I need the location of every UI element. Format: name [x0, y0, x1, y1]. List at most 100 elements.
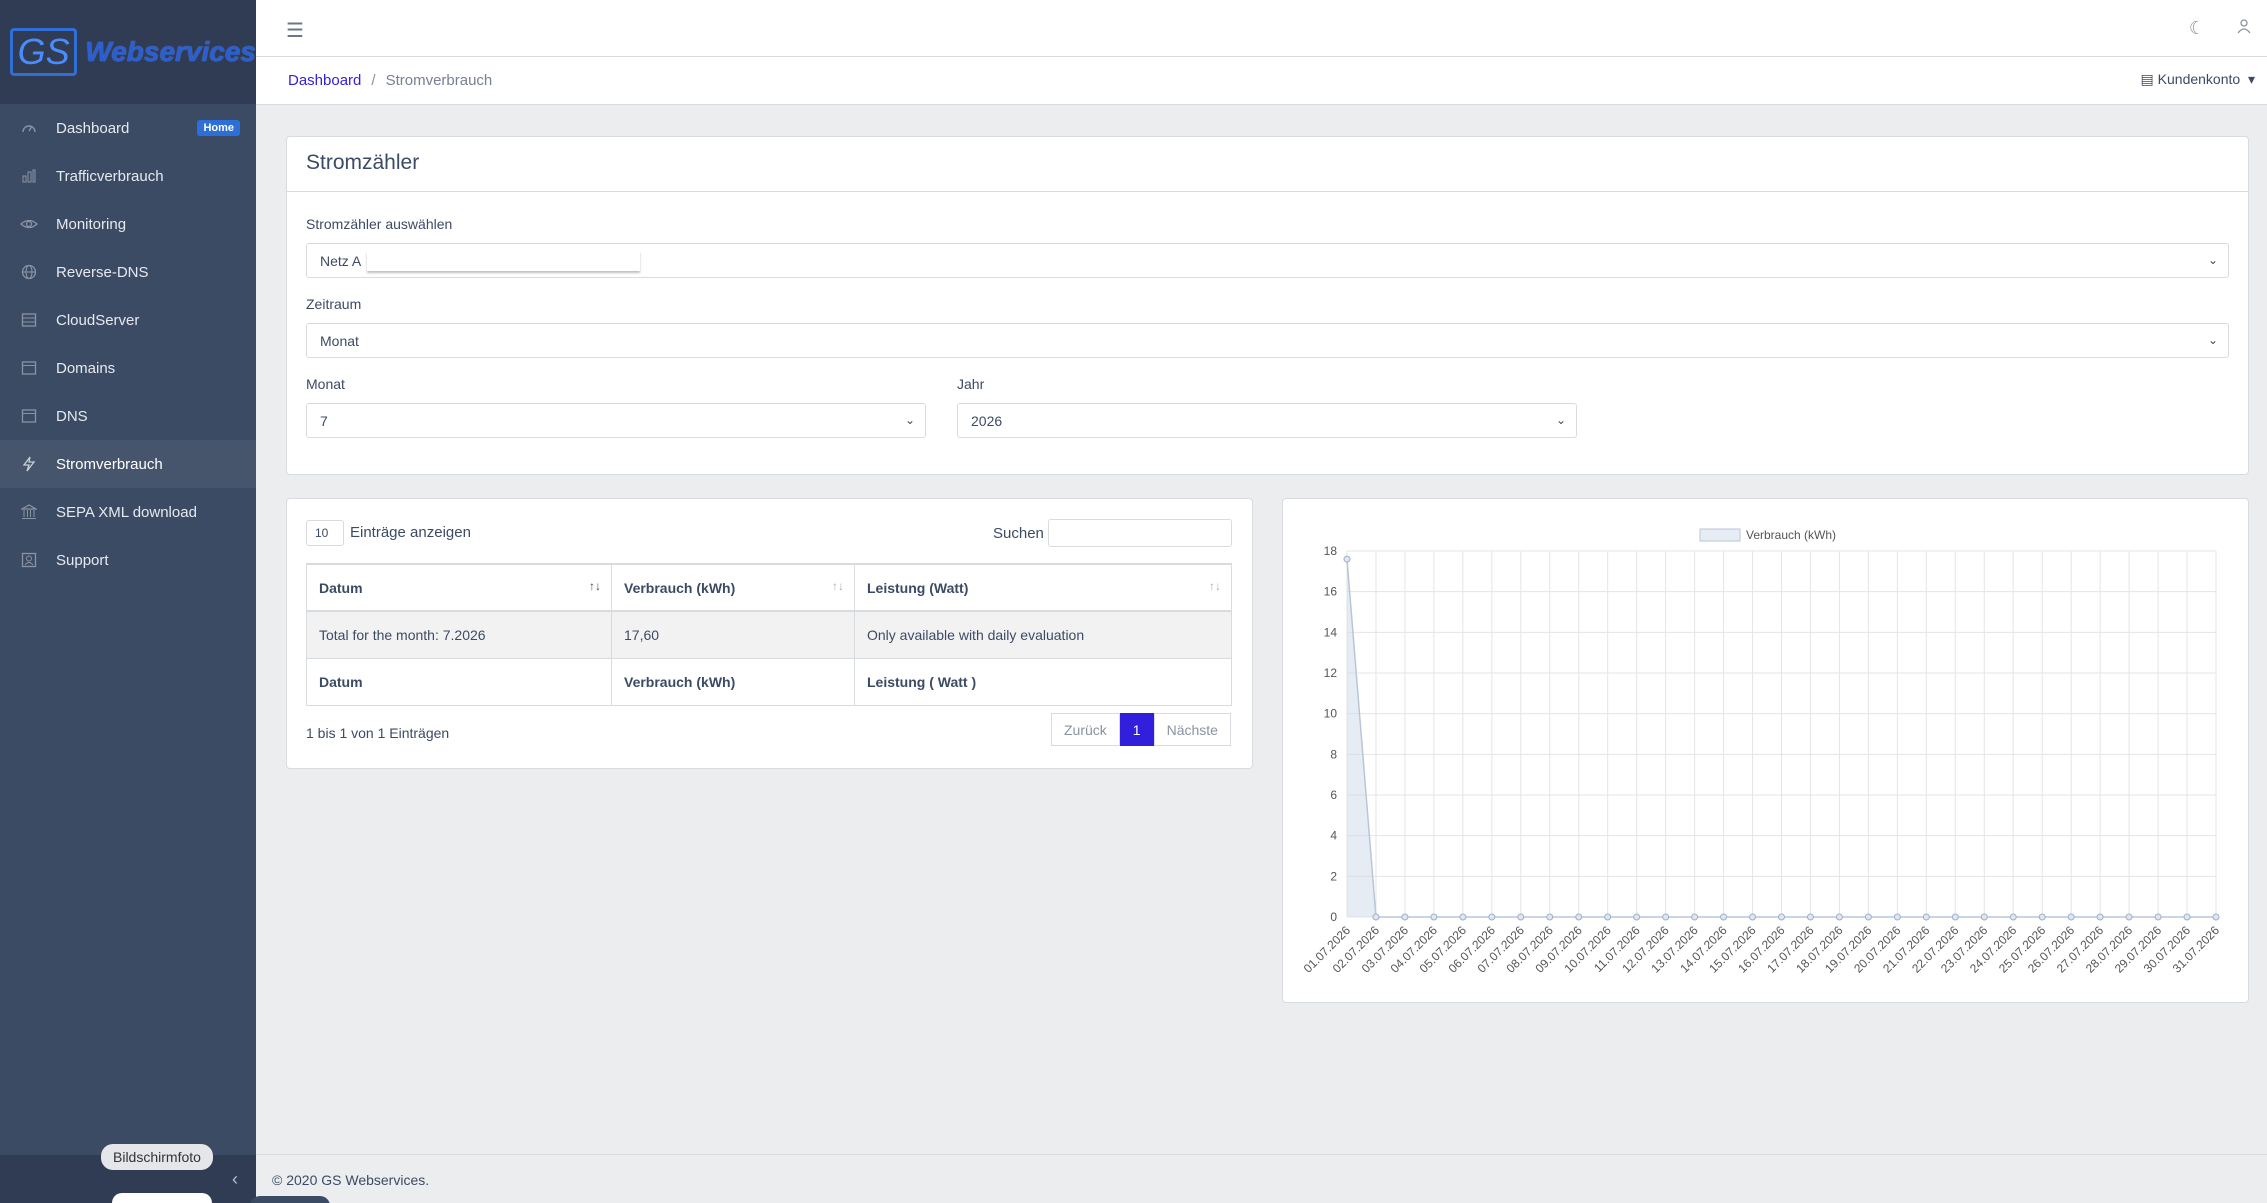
brand-logo: GS	[10, 28, 78, 76]
next-button[interactable]: Nächste	[1153, 713, 1231, 746]
sidebar-item-dashboard[interactable]: Dashboard Home	[0, 104, 256, 152]
chevron-down-icon: ⌄	[2207, 253, 2218, 267]
sidebar-item-cloudserver[interactable]: CloudServer	[0, 296, 256, 344]
period-select-value: Monat	[320, 332, 359, 349]
taskbar-pill	[250, 1196, 330, 1203]
column-header-datum[interactable]: Datum ↑↓	[306, 563, 612, 612]
sidebar-item-label: DNS	[56, 407, 88, 425]
data-point	[1806, 913, 1814, 921]
globe-icon	[20, 263, 38, 281]
footer-header: Verbrauch (kWh)	[611, 657, 855, 706]
data-point	[1893, 913, 1901, 921]
search-label: Suchen	[993, 525, 1044, 542]
sort-icon: ↑↓	[1209, 579, 1221, 593]
table-info: 1 bis 1 von 1 Einträgen	[306, 725, 450, 741]
column-header-leistung[interactable]: Leistung (Watt) ↑↓	[854, 563, 1232, 612]
data-point	[2212, 913, 2220, 921]
browser-icon	[20, 359, 38, 377]
data-point	[1546, 913, 1554, 921]
y-tick-label: 2	[1330, 869, 1337, 883]
year-label: Jahr	[957, 376, 985, 392]
y-tick-label: 14	[1324, 625, 1338, 639]
sidebar-item-domains[interactable]: Domains	[0, 344, 256, 392]
entries-length-select[interactable]: 10	[306, 520, 344, 546]
data-point	[1662, 913, 1670, 921]
data-point	[2096, 913, 2104, 921]
legend-swatch	[1699, 528, 1741, 542]
bar-chart-icon	[20, 167, 38, 185]
data-point	[1517, 913, 1525, 921]
breadcrumb-separator: /	[371, 72, 376, 89]
y-tick-label: 4	[1330, 829, 1337, 843]
sidebar-item-monitoring[interactable]: Monitoring	[0, 200, 256, 248]
previous-button[interactable]: Zurück	[1051, 713, 1120, 746]
sidebar-item-label: Reverse-DNS	[56, 263, 149, 281]
data-point	[1343, 555, 1351, 563]
moon-icon[interactable]: ☾	[2189, 18, 2205, 39]
breadcrumb-dashboard-link[interactable]: Dashboard	[288, 72, 361, 89]
sidebar-item-reverse-dns[interactable]: Reverse-DNS	[0, 248, 256, 296]
month-select-value: 7	[320, 412, 328, 429]
year-select[interactable]: 2026 ⌄	[957, 403, 1577, 438]
data-point	[2009, 913, 2017, 921]
y-tick-label: 8	[1330, 747, 1337, 761]
table-cell: Total for the month: 7.2026	[306, 610, 612, 659]
account-icon: ▤	[2140, 71, 2154, 87]
data-point	[1430, 913, 1438, 921]
sidebar-item-sepa-xml[interactable]: SEPA XML download	[0, 488, 256, 536]
sidebar-item-label: Support	[56, 551, 109, 569]
caret-down-icon: ▾	[2244, 71, 2255, 87]
sidebar-item-label: CloudServer	[56, 311, 140, 329]
header: ☰ ☾ Dashboard / Stromverbrauch ▤ Kundenk…	[256, 0, 2267, 105]
table-row: Total for the month: 7.2026 17,60 Only a…	[306, 610, 1232, 659]
redaction-box	[367, 251, 640, 271]
y-tick-label: 10	[1324, 707, 1338, 721]
eye-icon	[20, 215, 38, 233]
search-input[interactable]	[1048, 519, 1232, 547]
column-header-verbrauch[interactable]: Verbrauch (kWh) ↑↓	[611, 563, 855, 612]
header-toolbar: ☰ ☾	[256, 0, 2267, 57]
data-point	[1951, 913, 1959, 921]
footer-header: Datum	[306, 657, 612, 706]
month-label: Monat	[306, 376, 345, 392]
user-icon[interactable]	[2237, 18, 2251, 39]
contact-icon	[20, 551, 38, 569]
data-point	[1864, 913, 1872, 921]
data-point	[1575, 913, 1583, 921]
data-point	[1604, 913, 1612, 921]
sidebar-item-dns[interactable]: DNS	[0, 392, 256, 440]
browser-icon	[20, 407, 38, 425]
entries-length-value: 10	[315, 526, 329, 540]
sidebar-item-support[interactable]: Support	[0, 536, 256, 584]
data-point	[2154, 913, 2162, 921]
meter-select[interactable]: Netz A ⌄	[306, 243, 2229, 278]
data-point	[1633, 913, 1641, 921]
sidebar-item-stromverbrauch[interactable]: Stromverbrauch	[0, 440, 256, 488]
sidebar: GS Webservices Dashboard Home Trafficver…	[0, 0, 256, 1203]
data-point	[1778, 913, 1785, 921]
sidebar-item-label: SEPA XML download	[56, 503, 197, 521]
meter-select-value: Netz A	[320, 252, 362, 269]
data-point	[1401, 913, 1409, 921]
footer-header: Leistung ( Watt )	[854, 657, 1232, 706]
data-table: Datum ↑↓ Verbrauch (kWh) ↑↓ Leistung (Watt…	[306, 563, 1232, 706]
account-dropdown[interactable]: ▤ Kundenkonto ▾	[2141, 71, 2255, 88]
period-select[interactable]: Monat ⌄	[306, 323, 2229, 358]
month-select[interactable]: 7 ⌄	[306, 403, 926, 438]
bolt-icon	[20, 455, 38, 473]
chevron-down-icon: ⌄	[2207, 333, 2218, 347]
hamburger-menu-icon[interactable]: ☰	[286, 18, 304, 43]
table-cell: 17,60	[611, 610, 855, 659]
page-1-button[interactable]: 1	[1119, 713, 1154, 746]
data-point	[1922, 913, 1930, 921]
data-point	[2067, 913, 2075, 921]
data-point	[1720, 913, 1728, 921]
column-header-label: Leistung (Watt)	[867, 579, 969, 596]
meter-card: Stromzähler Stromzähler auswählen Netz A…	[286, 136, 2249, 475]
chevron-left-icon[interactable]: ‹	[232, 1169, 238, 1190]
sidebar-item-trafficverbrauch[interactable]: Trafficverbrauch	[0, 152, 256, 200]
brand[interactable]: GS Webservices	[0, 0, 256, 104]
server-icon	[20, 311, 38, 329]
y-tick-label: 12	[1324, 666, 1338, 680]
y-tick-label: 18	[1324, 544, 1338, 558]
